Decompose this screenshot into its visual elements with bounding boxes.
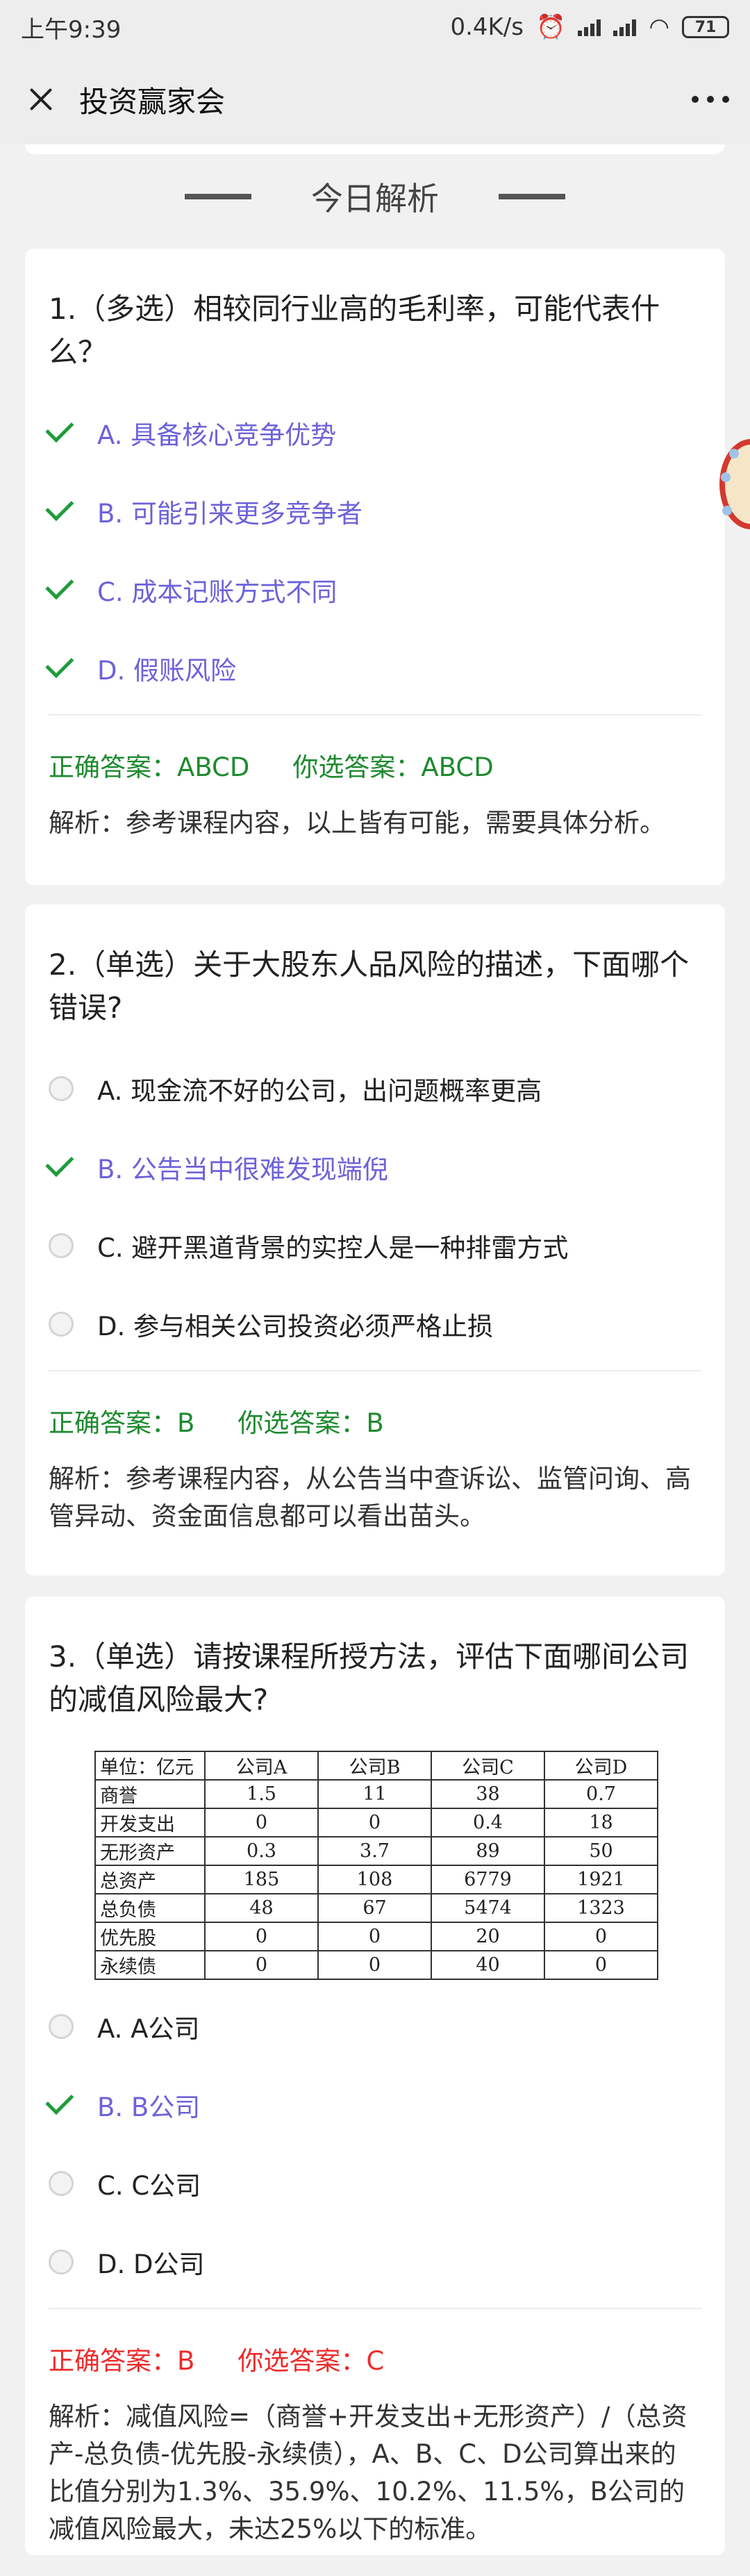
option-d[interactable]: D. 假账风险 — [45, 629, 701, 707]
wifi-icon: ◠ — [649, 13, 669, 41]
radio-icon — [49, 2249, 74, 2274]
table-row: 永续债 0 0 40 0 — [94, 1950, 658, 1980]
divider-left — [185, 194, 251, 199]
question-card-3: 3.（单选）请按课程所授方法，评估下面哪间公司的减值风险最大? 单位：亿元 公司… — [25, 1596, 725, 2555]
alarm-icon: ⏰ — [535, 13, 566, 41]
network-speed: 0.4K/s — [450, 13, 524, 41]
analysis-text: 解析：减值风险=（商誉+开发支出+无形资产）/（总资产-总负债-优先股-永续债）… — [49, 2402, 688, 2544]
correct-answer: 正确答案：ABCD — [49, 752, 250, 782]
radio-icon — [49, 1311, 74, 1337]
chosen-answer: 你选答案：ABCD — [292, 752, 494, 782]
status-bar: 上午9:39 0.4K/s ⏰ ◠ 71 — [0, 0, 750, 54]
option-a[interactable]: A. 具备核心竞争优势 — [45, 393, 701, 472]
chosen-answer: 你选答案：C — [238, 2346, 385, 2376]
answer-row: 正确答案：B 你选答案：C — [49, 2340, 701, 2377]
signal-icon — [613, 18, 637, 36]
check-icon — [45, 2086, 74, 2115]
option-a[interactable]: A. 现金流不好的公司，出问题概率更高 — [49, 1049, 701, 1128]
option-a[interactable]: A. A公司 — [49, 1987, 701, 2065]
table-row: 优先股 0 0 20 0 — [94, 1922, 658, 1951]
correct-answer: 正确答案：B — [49, 2346, 195, 2376]
divider-right — [499, 194, 565, 199]
options-list: A. A公司 B. B公司 C. C公司 D. D公司 — [45, 1987, 701, 2301]
option-b[interactable]: B. 可能引来更多竞争者 — [45, 472, 701, 550]
radio-icon — [49, 1075, 74, 1101]
options-list: A. 具备核心竞争优势 B. 可能引来更多竞争者 C. 成本记账方式不同 D. … — [45, 393, 701, 707]
option-d[interactable]: D. D公司 — [49, 2222, 701, 2301]
battery-icon: 71 — [682, 16, 729, 38]
table-row: 开发支出 0 0 0.4 18 — [94, 1808, 658, 1838]
answer-row: 正确答案：ABCD 你选答案：ABCD — [49, 746, 701, 784]
correct-answer: 正确答案：B — [49, 1408, 195, 1438]
table-header: 公司A — [204, 1751, 319, 1781]
check-icon — [45, 1148, 74, 1177]
check-icon — [45, 492, 74, 521]
option-c[interactable]: C. 成本记账方式不同 — [45, 550, 701, 629]
section-header: 今日解析 — [0, 174, 750, 220]
answer-row: 正确答案：B 你选答案：B — [49, 1402, 701, 1439]
radio-icon — [49, 1232, 74, 1258]
table-row: 无形资产 0.3 3.7 89 50 — [94, 1836, 658, 1866]
check-icon — [45, 413, 74, 443]
options-list: A. 现金流不好的公司，出问题概率更高 B. 公告当中很难发现端倪 C. 避开黑… — [45, 1049, 701, 1363]
more-icon[interactable] — [692, 96, 729, 103]
option-b[interactable]: B. 公告当中很难发现端倪 — [45, 1128, 701, 1206]
divider — [49, 2308, 701, 2309]
table-header: 公司D — [544, 1751, 658, 1781]
previous-card-edge — [25, 145, 725, 154]
table-row: 总负债 48 67 5474 1323 — [94, 1893, 658, 1923]
question-text: 3.（单选）请按课程所授方法，评估下面哪间公司的减值风险最大? — [49, 1640, 690, 1717]
signal-icon — [578, 18, 601, 36]
option-c[interactable]: C. C公司 — [49, 2144, 701, 2222]
analysis-text: 解析：参考课程内容，从公告当中查诉讼、监管问询、高管异动、资金面信息都可以看出苗… — [49, 1464, 691, 1531]
financial-table: 单位：亿元 公司A 公司B 公司C 公司D 商誉 1.5 11 38 0.7 开发支出 0… — [94, 1751, 658, 1980]
table-header: 单位：亿元 — [94, 1751, 206, 1781]
radio-icon — [49, 2170, 74, 2196]
question-text: 1.（多选）相较同行业高的毛利率，可能代表什么？ — [49, 292, 660, 369]
page-title: 投资赢家会 — [79, 84, 226, 119]
option-c[interactable]: C. 避开黑道背景的实控人是一种排雷方式 — [49, 1206, 701, 1285]
analysis-text: 解析：参考课程内容，以上皆有可能，需要具体分析。 — [49, 808, 665, 838]
table-header: 公司C — [431, 1751, 545, 1781]
divider — [49, 714, 701, 716]
table-header: 公司B — [317, 1751, 432, 1781]
radio-icon — [49, 2013, 74, 2039]
status-time: 上午9:39 — [21, 15, 122, 44]
check-icon — [45, 570, 74, 600]
check-icon — [45, 649, 74, 678]
status-indicators: 0.4K/s ⏰ ◠ 71 — [450, 13, 729, 41]
option-d[interactable]: D. 参与相关公司投资必须严格止损 — [49, 1285, 701, 1363]
close-icon[interactable] — [21, 80, 60, 119]
section-title: 今日解析 — [311, 180, 439, 217]
question-card-1: 1.（多选）相较同行业高的毛利率，可能代表什么？ A. 具备核心竞争优势 B. … — [25, 249, 725, 885]
table-row: 商誉 1.5 11 38 0.7 — [94, 1779, 658, 1809]
table-header-row: 单位：亿元 公司A 公司B 公司C 公司D — [94, 1751, 658, 1781]
question-card-2: 2.（单选）关于大股东人品风险的描述，下面哪个错误? A. 现金流不好的公司，出… — [25, 905, 725, 1576]
nav-bar: 投资赢家会 — [0, 54, 750, 145]
question-text: 2.（单选）关于大股东人品风险的描述，下面哪个错误? — [49, 948, 690, 1025]
divider — [49, 1370, 701, 1371]
chosen-answer: 你选答案：B — [238, 1408, 384, 1438]
table-row: 总资产 185 108 6779 1921 — [94, 1865, 658, 1894]
option-b[interactable]: B. B公司 — [45, 2065, 701, 2144]
